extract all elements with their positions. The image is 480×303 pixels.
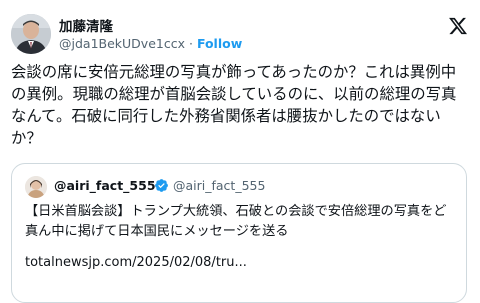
tweet-header: 加藤清隆 @jda1BekUDve1ccx · Follow	[11, 10, 470, 54]
quoted-link[interactable]: totalnewsjp.com/2025/02/08/tru...	[25, 255, 247, 270]
quoted-author-avatar[interactable]	[25, 176, 47, 198]
author-handle[interactable]: @jda1BekUDve1ccx	[59, 36, 185, 51]
author-display-name[interactable]: 加藤清隆	[59, 15, 113, 35]
separator-dot: ·	[188, 36, 193, 51]
person-photo-icon	[11, 14, 51, 54]
tweet-text: 会談の席に安倍元総理の写真が飾ってあったのか？これは異例中の異例。現職の総理が首…	[11, 63, 457, 147]
follow-button[interactable]: Follow	[197, 36, 242, 51]
author-avatar[interactable]	[11, 14, 51, 54]
x-logo-icon[interactable]	[448, 16, 468, 36]
verified-badge-icon	[155, 179, 168, 192]
quoted-handle[interactable]: @airi_fact_555	[173, 178, 265, 193]
author-handle-row: @jda1BekUDve1ccx · Follow	[59, 36, 242, 51]
quoted-display-name[interactable]: @airi_fact_555	[54, 178, 156, 193]
quoted-tweet-card[interactable]: @airi_fact_555 @airi_fact_555 【日米首脳会談】トラ…	[11, 163, 467, 303]
person-photo-icon	[25, 176, 47, 198]
quoted-text: 【日米首脳会談】トランプ大統領、石破との会談で安倍総理の写真をど真ん中に掲げて日…	[25, 204, 447, 239]
